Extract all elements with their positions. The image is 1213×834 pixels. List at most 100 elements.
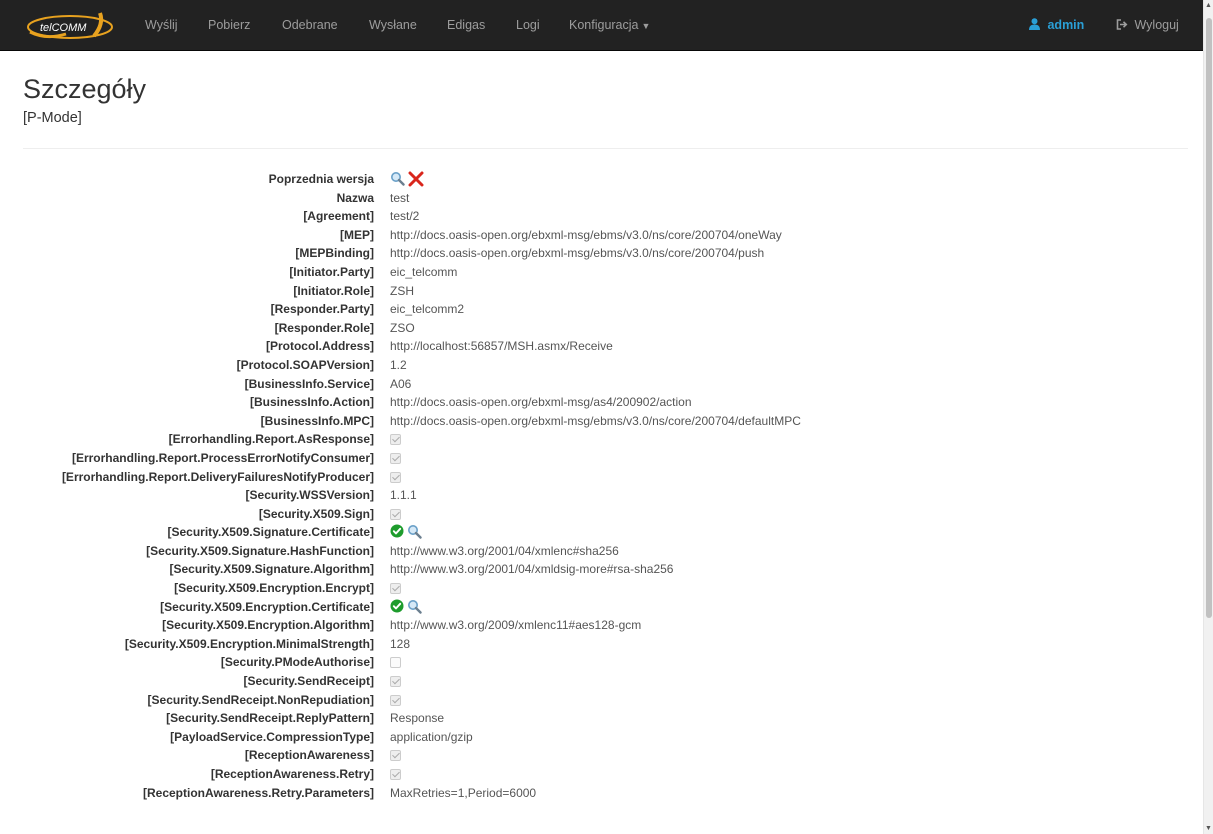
detail-label: [Responder.Role] xyxy=(274,320,374,335)
detail-label: [MEPBinding] xyxy=(295,246,374,261)
detail-row: Nazwa test xyxy=(0,189,1190,208)
detail-row: [Security.WSSVersion] 1.1.1 xyxy=(0,486,1190,505)
detail-value: test/2 xyxy=(390,209,420,224)
detail-value: http://localhost:56857/MSH.asmx/Receive xyxy=(390,339,613,354)
detail-row: [Responder.Role] ZSO xyxy=(0,319,1190,338)
detail-label: [Security.X509.Encryption.Certificate] xyxy=(160,599,374,614)
divider xyxy=(23,148,1188,149)
navbar: telCOMM Wyślij Pobierz Odebrane Wysłane … xyxy=(0,0,1203,51)
checkbox-checked-disabled xyxy=(390,583,401,595)
detail-label: [Security.SendReceipt] xyxy=(243,674,374,689)
detail-value: http://docs.oasis-open.org/ebxml-msg/as4… xyxy=(390,395,692,410)
detail-value-checkbox xyxy=(390,449,401,470)
nav-odebrane[interactable]: Odebrane xyxy=(282,0,338,51)
checkbox-checked-disabled xyxy=(390,750,401,762)
checkbox-checked-disabled xyxy=(390,434,401,446)
detail-value: http://docs.oasis-open.org/ebxml-msg/ebm… xyxy=(390,246,765,261)
detail-row: [ReceptionAwareness.Retry] xyxy=(0,765,1190,784)
detail-value: http://www.w3.org/2001/04/xmlenc#sha256 xyxy=(390,543,619,558)
detail-row: [BusinessInfo.Service] A06 xyxy=(0,375,1190,394)
page-title: Szczegóły xyxy=(23,74,147,104)
nav-logi[interactable]: Logi xyxy=(516,0,540,51)
detail-value: 1.1.1 xyxy=(390,488,417,503)
detail-value: 1.2 xyxy=(390,357,407,372)
nav-edigas[interactable]: Edigas xyxy=(447,0,485,51)
page-subtitle: [P-Mode] xyxy=(23,110,82,126)
detail-value: http://www.w3.org/2001/04/xmldsig-more#r… xyxy=(390,562,674,577)
detail-value: MaxRetries=1,Period=6000 xyxy=(390,785,537,800)
detail-row: [Security.X509.Signature.Algorithm] http:… xyxy=(0,560,1190,579)
detail-row: [ReceptionAwareness] xyxy=(0,746,1190,765)
detail-value: http://docs.oasis-open.org/ebxml-msg/ebm… xyxy=(390,227,782,242)
nav-pobierz[interactable]: Pobierz xyxy=(208,0,250,51)
detail-row: [Security.X509.Encryption.Algorithm] http… xyxy=(0,616,1190,635)
detail-value-checkbox xyxy=(390,579,401,600)
detail-label: [Errorhandling.Report.DeliveryFailuresNo… xyxy=(61,469,374,484)
detail-row: [MEP] http://docs.oasis-open.org/ebxml-ms… xyxy=(0,226,1190,245)
checkbox-checked-disabled xyxy=(390,676,401,688)
scrollbar[interactable]: ▲ ▼ xyxy=(1203,0,1213,834)
detail-value: 128 xyxy=(390,636,411,651)
nav-wyslij[interactable]: Wyślij xyxy=(145,0,178,51)
detail-label: [Security.PModeAuthorise] xyxy=(220,655,374,670)
checkbox-checked-disabled xyxy=(390,508,401,520)
detail-row: [Errorhandling.Report.AsResponse] xyxy=(0,430,1190,449)
detail-label: [Agreement] xyxy=(303,209,374,224)
scroll-down-arrow-icon[interactable]: ▼ xyxy=(1205,825,1212,832)
detail-row: [Security.X509.Signature.HashFunction] ht… xyxy=(0,542,1190,561)
detail-row: [Security.SendReceipt] xyxy=(0,672,1190,691)
detail-row: [Security.X509.Encryption.MinimalStrengt… xyxy=(0,635,1190,654)
detail-row: [Security.X509.Signature.Certificate] xyxy=(0,523,1190,542)
detail-row: [Security.SendReceipt.NonRepudiation] xyxy=(0,691,1190,710)
nav-wyslane[interactable]: Wysłane xyxy=(369,0,417,51)
detail-label: [Security.X509.Signature.Certificate] xyxy=(167,525,374,540)
detail-label: [Initiator.Role] xyxy=(293,283,374,298)
scroll-up-arrow-icon[interactable]: ▲ xyxy=(1205,2,1212,9)
detail-row: [ReceptionAwareness.Retry.Parameters] Max… xyxy=(0,784,1190,803)
detail-value-checkbox xyxy=(390,746,401,767)
detail-value: application/gzip xyxy=(390,729,473,744)
detail-label: [Security.X509.Sign] xyxy=(258,506,374,521)
detail-label: [Errorhandling.Report.ProcessErrorNotify… xyxy=(71,450,374,465)
nav-user-admin[interactable]: admin xyxy=(1029,0,1084,51)
detail-label: [Security.SendReceipt.ReplyPattern] xyxy=(166,711,374,726)
detail-value: ZSH xyxy=(390,283,414,298)
detail-value-checkbox xyxy=(390,430,401,451)
user-icon xyxy=(1029,18,1043,32)
detail-row: Poprzednia wersja xyxy=(0,170,1190,189)
brand-logo[interactable]: telCOMM xyxy=(26,10,114,41)
detail-label: [BusinessInfo.Action] xyxy=(249,395,374,410)
nav-logout[interactable]: Wyloguj xyxy=(1116,0,1179,51)
detail-value-checkbox xyxy=(390,653,401,674)
checkbox-checked-disabled xyxy=(390,471,401,483)
detail-label: [Initiator.Party] xyxy=(289,264,374,279)
detail-label: [Responder.Party] xyxy=(270,302,374,317)
detail-value: Response xyxy=(390,711,445,726)
logout-icon xyxy=(1116,18,1131,32)
detail-row: [Security.X509.Encryption.Certificate] xyxy=(0,598,1190,617)
detail-row: [BusinessInfo.Action] http://docs.oasis-o… xyxy=(0,393,1190,412)
detail-row: [Agreement] test/2 xyxy=(0,207,1190,226)
detail-row: [PayloadService.CompressionType] applicat… xyxy=(0,728,1190,747)
detail-row: [Protocol.SOAPVersion] 1.2 xyxy=(0,356,1190,375)
details-list: Poprzednia wersja Nazwa test [Agreement] tes… xyxy=(0,170,1190,802)
detail-row: [Security.X509.Sign] xyxy=(0,505,1190,524)
detail-label: [Security.X509.Signature.Algorithm] xyxy=(169,562,375,577)
detail-label: [Security.X509.Signature.HashFunction] xyxy=(146,543,374,558)
detail-row: [Protocol.Address] http://localhost:56857… xyxy=(0,337,1190,356)
scroll-thumb[interactable] xyxy=(1206,18,1212,618)
detail-value: eic_telcomm xyxy=(390,264,458,279)
detail-label: [Security.WSSVersion] xyxy=(245,488,374,503)
detail-value-checkbox xyxy=(390,765,401,786)
detail-label: [PayloadService.CompressionType] xyxy=(170,729,374,744)
detail-row: [Responder.Party] eic_telcomm2 xyxy=(0,300,1190,319)
detail-label: Nazwa xyxy=(336,190,374,205)
detail-value: test xyxy=(390,190,410,205)
nav-konfiguracja-label: Konfiguracja xyxy=(569,18,639,32)
detail-value: eic_telcomm2 xyxy=(390,302,465,317)
detail-label: [BusinessInfo.Service] xyxy=(244,376,374,391)
detail-label: [Protocol.SOAPVersion] xyxy=(236,357,374,372)
detail-value-checkbox xyxy=(390,505,401,526)
nav-konfiguracja-dropdown[interactable]: Konfiguracja ▼ xyxy=(569,0,650,51)
detail-label: [Security.X509.Encryption.Encrypt] xyxy=(174,581,374,596)
